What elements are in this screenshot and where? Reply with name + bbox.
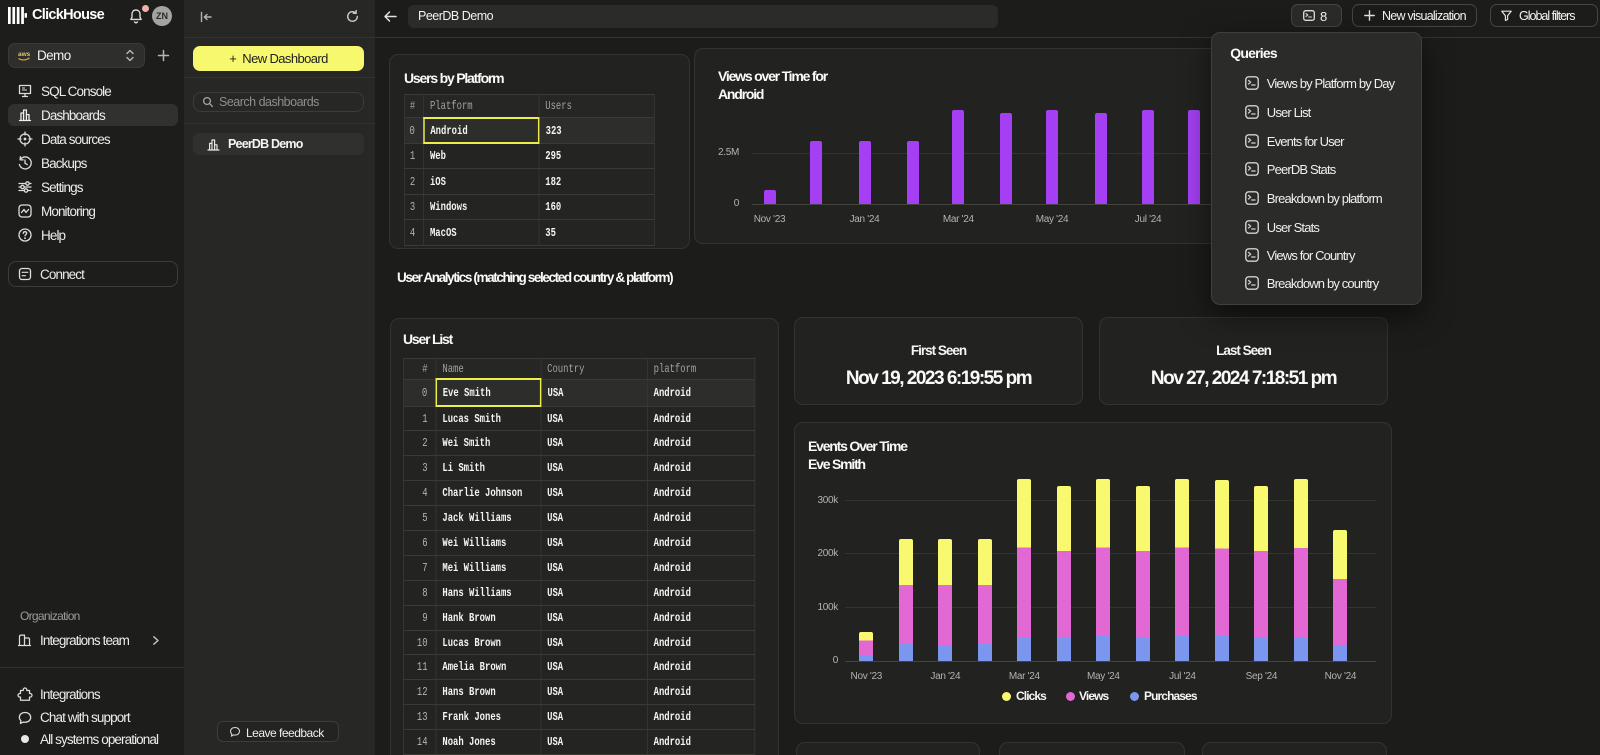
svg-text:aws: aws <box>18 51 31 58</box>
